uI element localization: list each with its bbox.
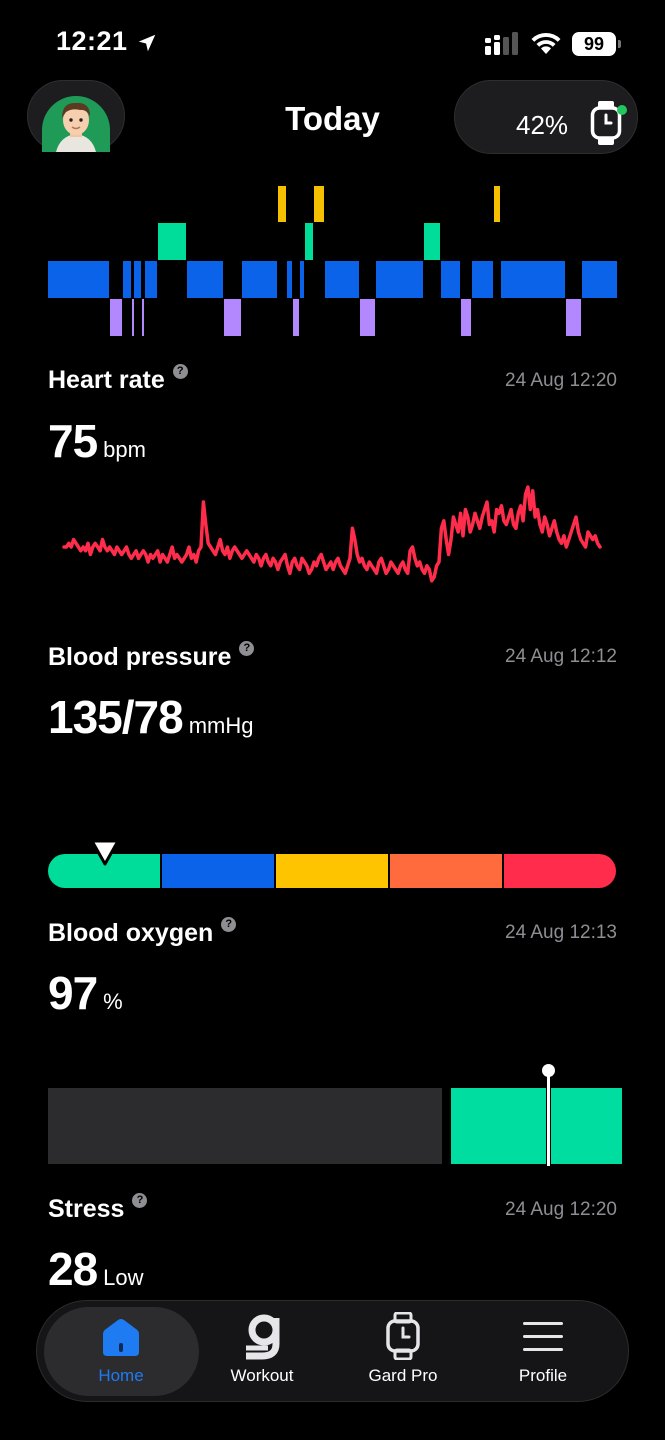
heart-rate-chart[interactable]	[60, 472, 605, 592]
sleep-segment-light	[300, 261, 304, 298]
stress-timestamp: 24 Aug 12:20	[505, 1199, 617, 1220]
sleep-segment-light	[145, 261, 157, 298]
tab-workout[interactable]: Workout	[192, 1312, 332, 1392]
cellular-signal-icon	[485, 32, 518, 55]
help-icon[interactable]: ?	[239, 641, 255, 656]
sleep-stage-chart	[48, 186, 617, 336]
blood-pressure-value: 135/78 mmHg	[48, 690, 253, 744]
sleep-segment-deep	[110, 299, 122, 336]
blood-pressure-number: 135/78	[48, 691, 184, 743]
tab-home-label: Home	[98, 1366, 144, 1385]
workout-icon	[246, 1314, 280, 1360]
blood-oxygen-number: 97	[48, 967, 98, 1019]
heart-rate-line	[62, 485, 602, 583]
help-icon[interactable]: ?	[132, 1193, 148, 1208]
heart-rate-number: 75	[48, 415, 98, 467]
tab-profile-label: Profile	[518, 1366, 568, 1385]
wifi-icon	[531, 32, 561, 54]
heart-rate-timestamp: 24 Aug 12:20	[505, 370, 617, 391]
tab-gard-pro-label: Gard Pro	[368, 1366, 438, 1385]
sleep-segment-awake	[494, 186, 500, 222]
sleep-segment-deep	[224, 299, 241, 336]
tab-profile[interactable]: Profile	[473, 1312, 613, 1392]
sleep-segment-deep	[132, 299, 134, 336]
sleep-segment-deep	[360, 299, 375, 336]
watch-battery-level: 42%	[516, 110, 569, 140]
battery-indicator: 99	[572, 32, 622, 56]
blood-pressure-title: Blood pressure?	[48, 641, 255, 672]
stress-title: Stress?	[48, 1193, 148, 1224]
connection-status-dot	[617, 105, 627, 115]
sleep-segment-light	[376, 261, 423, 298]
bp-zone-2	[162, 854, 276, 888]
stress-value: 28 Low	[48, 1242, 144, 1296]
bp-zone-4	[390, 854, 504, 888]
heart-rate-title: Heart rate?	[48, 364, 188, 395]
stress-title-text: Stress	[48, 1195, 125, 1223]
sleep-segment-deep	[293, 299, 299, 336]
heart-rate-value: 75 bpm	[48, 414, 146, 468]
stress-number: 28	[48, 1243, 98, 1295]
sleep-segment-light	[472, 261, 493, 298]
sleep-segment-light	[325, 261, 359, 298]
blood-pressure-unit: mmHg	[188, 713, 254, 738]
blood-oxygen-normal-zone	[451, 1088, 622, 1164]
sleep-segment-light	[123, 261, 131, 298]
sleep-segment-awake	[314, 186, 324, 222]
blood-oxygen-unit: %	[103, 989, 123, 1014]
help-icon[interactable]: ?	[221, 917, 237, 932]
sleep-segment-light	[441, 261, 460, 298]
sleep-segment-rem	[158, 223, 186, 260]
help-icon[interactable]: ?	[172, 364, 188, 379]
blood-pressure-timestamp: 24 Aug 12:12	[505, 646, 617, 667]
sleep-segment-light	[187, 261, 223, 298]
sleep-segment-deep	[461, 299, 471, 336]
status-time: 12:21	[56, 26, 128, 56]
sleep-segment-light	[242, 261, 277, 298]
sleep-segment-deep	[566, 299, 581, 336]
bp-zone-5	[504, 854, 616, 888]
sleep-segment-light	[582, 261, 617, 298]
location-arrow-icon	[138, 34, 156, 52]
sleep-segment-awake	[278, 186, 286, 222]
sleep-segment-deep	[142, 299, 144, 336]
blood-pressure-marker	[90, 839, 120, 866]
sleep-segment-light	[287, 261, 292, 298]
sleep-segment-rem	[424, 223, 440, 260]
blood-oxygen-low-zone	[48, 1088, 442, 1164]
tab-gard-pro[interactable]: Gard Pro	[333, 1312, 473, 1392]
blood-pressure-title-text: Blood pressure	[48, 643, 232, 671]
blood-oxygen-timestamp: 24 Aug 12:13	[505, 922, 617, 943]
home-icon	[103, 1319, 139, 1356]
bp-zone-3	[276, 854, 390, 888]
sleep-segment-light	[134, 261, 141, 298]
blood-oxygen-title-text: Blood oxygen	[48, 919, 214, 947]
sleep-segment-light	[48, 261, 109, 298]
heart-rate-unit: bpm	[103, 437, 146, 462]
tab-workout-label: Workout	[230, 1366, 294, 1385]
blood-oxygen-marker-dot	[542, 1064, 555, 1077]
blood-oxygen-marker	[546, 1070, 551, 1166]
sleep-segment-rem	[305, 223, 313, 260]
heart-rate-title-text: Heart rate	[48, 366, 165, 394]
menu-icon	[523, 1322, 563, 1351]
stress-level: Low	[103, 1265, 144, 1290]
blood-pressure-scale	[48, 854, 616, 888]
watch-icon	[386, 1312, 420, 1360]
blood-oxygen-title: Blood oxygen?	[48, 917, 237, 948]
battery-level: 99	[572, 32, 616, 56]
sleep-segment-light	[501, 261, 565, 298]
blood-oxygen-value: 97%	[48, 966, 123, 1020]
tab-home[interactable]: Home	[51, 1312, 191, 1392]
